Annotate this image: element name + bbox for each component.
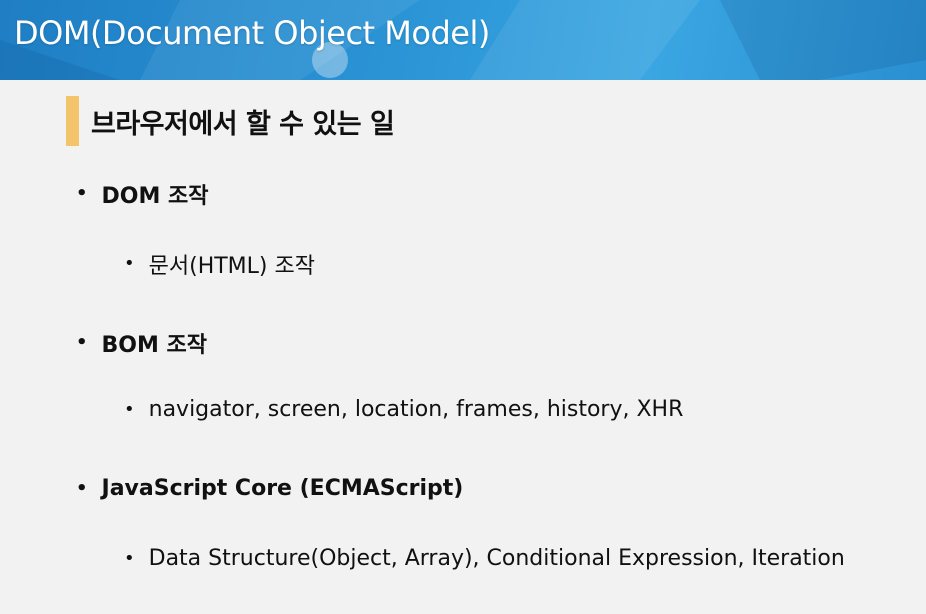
section-title: 브라우저에서 할 수 있는 일 — [91, 108, 395, 140]
sub-list-item: • 문서(HTML) 조작 — [124, 248, 315, 280]
section-heading: 브라우저에서 할 수 있는 일 — [66, 96, 395, 146]
list-item-label: DOM 조작 — [101, 184, 209, 209]
bullet-icon: • — [124, 547, 135, 569]
bullet-icon: • — [124, 398, 135, 420]
sub-list-item-label: 문서(HTML) 조작 — [148, 254, 315, 279]
list-item-label: BOM 조작 — [101, 333, 208, 358]
bullet-icon: • — [76, 477, 88, 499]
sub-list-item: • Data Structure(Object, Array), Conditi… — [124, 546, 845, 571]
sub-list-item-label: navigator, screen, location, frames, his… — [148, 397, 684, 422]
section-accent-bar — [66, 96, 79, 146]
bullet-icon: • — [124, 253, 135, 274]
list-item-label: JavaScript Core (ECMAScript) — [101, 476, 464, 501]
sub-list-item-label: Data Structure(Object, Array), Condition… — [148, 546, 845, 571]
sub-list-item: • navigator, screen, location, frames, h… — [124, 397, 683, 422]
list-item: • JavaScript Core (ECMAScript) — [76, 476, 463, 501]
list-item: • BOM 조작 — [76, 327, 207, 359]
bullet-icon: • — [76, 332, 88, 353]
slide-title: DOM(Document Object Model) — [14, 14, 490, 52]
list-item: • DOM 조작 — [76, 178, 209, 210]
slide-header: DOM(Document Object Model) — [0, 0, 926, 80]
bullet-icon: • — [76, 183, 88, 204]
